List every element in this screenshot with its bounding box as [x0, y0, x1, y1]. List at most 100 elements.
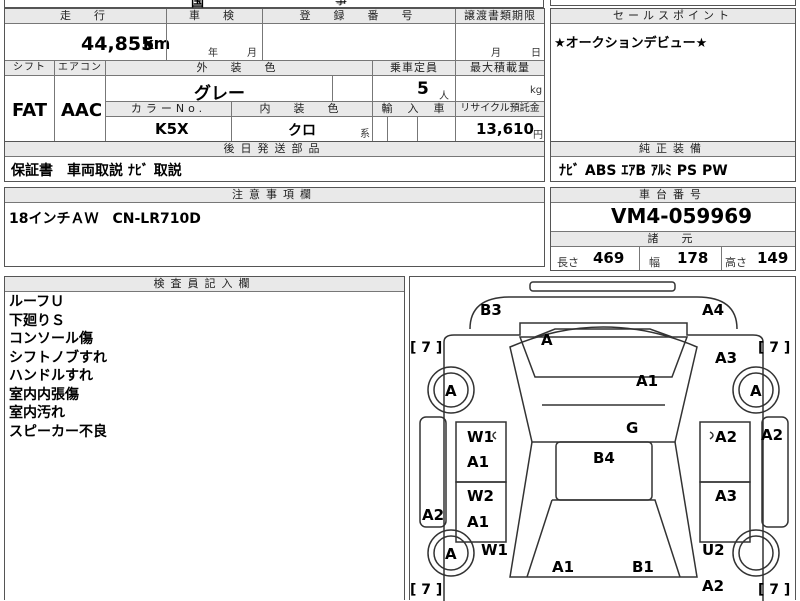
- inspector-line: コンソール傷: [9, 331, 93, 347]
- recycle-value: 13,610: [476, 120, 534, 138]
- color-no-cell: K5X: [105, 116, 231, 141]
- max-load-cell: kg: [455, 75, 544, 101]
- damage-label: W1: [467, 428, 494, 446]
- inspector-line: ルーフＵ: [9, 294, 65, 310]
- shift-value: FAT: [12, 100, 48, 121]
- damage-label: G: [626, 419, 639, 437]
- later-parts-text: 保証書 車両取説 ﾅﾋﾞ 取説: [11, 163, 182, 179]
- shift-cell: FAT: [5, 75, 54, 141]
- genuine-equip-header: 純正装備: [551, 142, 795, 157]
- capacity-value: 5: [417, 79, 429, 99]
- interior-value: クロ: [288, 123, 316, 139]
- specs-length-label: 長さ: [557, 256, 579, 269]
- sales-point-header: セールスポイント: [551, 9, 795, 24]
- tire-label: A: [445, 545, 457, 563]
- specs-height-value: 149: [757, 249, 789, 267]
- specs-height-label: 高さ: [725, 256, 747, 269]
- max-load-unit: kg: [530, 85, 543, 96]
- color-no-value: K5X: [155, 120, 189, 138]
- bracket-label: [ 7 ]: [410, 582, 443, 598]
- inspector-line: ハンドルすれ: [9, 368, 93, 384]
- max-load-header: 最大積載量: [455, 61, 544, 76]
- bracket-label: [ 7 ]: [758, 582, 791, 598]
- recycle-cell: 13,610 円: [455, 116, 544, 141]
- capacity-cell: 5 人: [372, 75, 455, 102]
- mileage-header: 走 行: [5, 9, 166, 24]
- inspector-line: シフトノブすれ: [9, 349, 107, 366]
- interior-header: 内 装 色: [231, 101, 372, 117]
- interior-cell: クロ 系: [231, 116, 372, 141]
- capacity-unit: 人: [439, 91, 449, 102]
- recycle-unit: 円: [533, 130, 543, 141]
- inspection-header: 車 検: [166, 9, 262, 24]
- damage-label: A3: [715, 487, 738, 505]
- tire-label: A: [750, 382, 762, 400]
- specs-row: 長さ 469 幅 178 高さ 149: [551, 246, 795, 270]
- genuine-equip-box: 純正装備 ﾅﾋﾞ ABS ｴｱB ｱﾙﾐ PS PW: [550, 142, 796, 182]
- shift-header: シフト: [5, 61, 54, 76]
- notes-text: 18インチＡＷ CN-LR710D: [9, 211, 201, 227]
- damage-label: A1: [467, 513, 490, 531]
- registration-header: 登 録 番 号: [262, 9, 455, 24]
- damage-label: A1: [467, 453, 490, 471]
- later-parts-box: 後日発送部品 保証書 車両取説 ﾅﾋﾞ 取説: [4, 142, 545, 182]
- aircon-header: エアコン: [54, 61, 105, 76]
- transfer-header: 譲渡書類期限: [455, 9, 544, 24]
- exterior-header: 外 装 色: [105, 61, 372, 76]
- aircon-cell: AAC: [54, 75, 105, 141]
- color-no-header: カラーNo.: [105, 101, 231, 117]
- top-strip-right: [550, 0, 796, 6]
- damage-label: B3: [480, 301, 502, 319]
- damage-label: A2: [761, 426, 784, 444]
- sales-point-box: セールスポイント ★オークションデビュー★: [550, 8, 796, 142]
- damage-label: A: [541, 331, 553, 349]
- damage-label: A2: [422, 506, 445, 524]
- damage-label: W1: [481, 541, 508, 559]
- interior-suffix: 系: [360, 129, 370, 140]
- inspector-lines: ルーフＵ 下廻りＳ コンソール傷 シフトノブすれ ハンドルすれ 室内内張傷 室内…: [9, 293, 107, 441]
- recycle-header: リサイクル預託金: [455, 101, 544, 117]
- notes-box: 注意事項欄 18インチＡＷ CN-LR710D: [4, 187, 545, 267]
- aircon-value: AAC: [61, 100, 103, 121]
- damage-label: B4: [593, 449, 615, 467]
- inspection-month-label: 月: [247, 48, 257, 59]
- inspector-header: 検査員記入欄: [5, 277, 404, 292]
- mileage-cell: 44,855 km: [5, 24, 170, 60]
- vehicle-info-table: 走 行 車 検 登 録 番 号 譲渡書類期限 44,855 km 年 月 月 日…: [4, 8, 545, 142]
- top-strip-text-2: 事: [335, 0, 348, 7]
- car-diagram: B3 A4 A [ 7 ] [ 7 ] A3 A1 A A G W1 A1 B4…: [409, 276, 796, 601]
- damage-label: A4: [702, 301, 725, 319]
- damage-label: A3: [715, 349, 738, 367]
- damage-label: B1: [632, 558, 654, 576]
- chassis-header: 車台番号: [551, 188, 795, 203]
- top-strip: 国 事: [4, 0, 544, 10]
- transfer-month-label: 月: [491, 48, 501, 59]
- bracket-label: [ 7 ]: [758, 340, 791, 356]
- specs-width-label: 幅: [649, 256, 660, 269]
- chassis-value: VM4-059969: [611, 204, 753, 228]
- registration-cell: [262, 24, 455, 60]
- inspection-cell: 年 月: [166, 24, 262, 60]
- later-parts-header: 後日発送部品: [5, 142, 544, 157]
- damage-label: A1: [552, 558, 575, 576]
- damage-label: A1: [636, 372, 659, 390]
- sales-point-text: ★オークションデビュー★: [554, 36, 708, 51]
- genuine-equip-text: ﾅﾋﾞ ABS ｴｱB ｱﾙﾐ PS PW: [559, 163, 728, 179]
- damage-label: W2: [467, 487, 494, 505]
- transfer-day-label: 日: [531, 48, 541, 59]
- damage-label: A2: [715, 428, 738, 446]
- specs-length-value: 469: [593, 249, 625, 267]
- capacity-header: 乗車定員: [372, 61, 455, 76]
- notes-header: 注意事項欄: [5, 188, 544, 203]
- specs-width-value: 178: [677, 249, 709, 267]
- inspector-line: 下廻りＳ: [9, 312, 65, 329]
- inspection-year-label: 年: [208, 48, 218, 59]
- tire-label: A: [445, 382, 457, 400]
- import-header: 輸 入 車: [372, 101, 455, 117]
- exterior-cell: グレー: [105, 75, 372, 104]
- transfer-cell: 月 日: [455, 24, 544, 60]
- specs-header: 諸 元: [551, 231, 795, 247]
- damage-label: U2: [702, 541, 725, 559]
- inspector-line: スピーカー不良: [9, 423, 107, 440]
- inspector-line: 室内内張傷: [9, 386, 79, 403]
